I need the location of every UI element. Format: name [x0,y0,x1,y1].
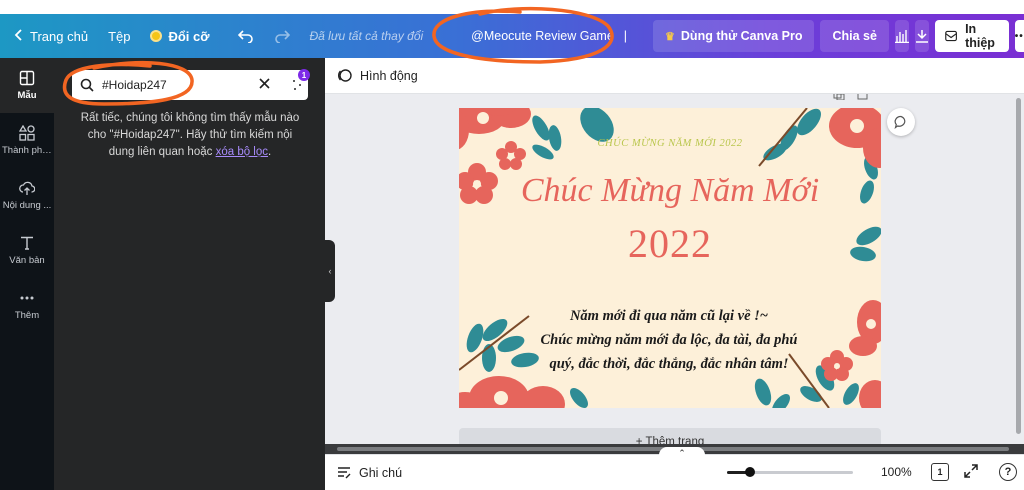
undo-icon [237,30,253,43]
download-button[interactable] [914,20,929,52]
document-title-text: @Meocute Review Game [471,29,614,43]
templates-panel: #Hoidap247 1 Rất tiếc, chúng tôi không t… [54,58,325,490]
top-white-strip [0,0,1024,14]
top-bar: Trang chủ Tệp Đổi cỡ Đã lưu tất cả thay … [0,0,1024,58]
animate-button[interactable]: Hình động [337,68,418,83]
bottom-bar: ⌃ Ghi chú 100% 1 ? [325,447,1024,490]
no-results-end: . [268,146,272,158]
redo-button[interactable] [264,14,300,58]
vertical-scrollbar[interactable] [1013,94,1024,444]
card-message-line: quý, đắc thời, đắc thắng, đắc nhân tâm! [549,356,789,372]
rail-label: Thành phần [2,145,52,156]
filter-count-badge: 1 [298,69,310,81]
help-button[interactable]: ? [999,463,1017,481]
zoom-value[interactable]: 100% [881,465,912,479]
scroll-thumb[interactable] [1016,98,1021,434]
resize-button[interactable]: Đổi cỡ [140,14,219,58]
chevron-left-icon: ‹ [328,266,332,276]
fullscreen-button[interactable] [963,463,979,482]
redo-icon [274,30,290,43]
collapse-panel-button[interactable]: ‹ [325,240,335,302]
greeting-card[interactable]: CHÚC MỪNG NĂM MỚI 2022 Chúc Mừng Năm Mới… [459,108,881,408]
file-label: Tệp [108,28,131,44]
card-subtitle[interactable]: CHÚC MỪNG NĂM MỚI 2022 [459,138,881,149]
download-icon [915,30,928,43]
show-pages-toggle[interactable]: ⌃ [659,447,705,459]
rail-item-more[interactable]: Thêm [0,278,54,333]
more-icon [20,296,34,300]
help-icon: ? [1004,466,1012,478]
chevron-up-icon: ⌃ [678,447,686,458]
card-message-line: Năm mới đi qua năm cũ lại về !~ [569,308,769,324]
more-options-button[interactable]: ••• [1014,20,1024,52]
card-message[interactable]: Năm mới đi qua năm cũ lại về !~ Chúc mừn… [519,304,819,376]
notes-icon [338,466,351,478]
page-tools [833,94,869,103]
animate-label: Hình động [360,68,418,83]
zoom-slider[interactable] [727,467,853,477]
rail-label: Thêm [14,310,40,321]
card-message-line: Chúc mừng năm mới đa lộc, đa tài, đa phú [540,332,798,348]
document-title[interactable]: @Meocute Review Game | [459,14,639,58]
rail-label: Nội dung ... [2,200,52,211]
zoom-slider-knob[interactable] [744,467,755,477]
comment-button[interactable] [887,108,915,136]
add-page-icon[interactable] [857,94,869,103]
search-box[interactable]: #Hoidap247 [72,70,308,100]
search-input[interactable]: #Hoidap247 [102,78,259,92]
insights-button[interactable] [894,20,909,52]
rail-label: Văn bản [9,255,45,266]
print-label: In thiệp [965,22,995,50]
home-button[interactable]: Trang chủ [0,14,98,58]
editor-toolbar: Hình động [325,58,1024,94]
expand-icon [964,464,978,478]
rail-item-uploads[interactable]: Nội dung ... [0,168,54,223]
templates-icon [19,70,35,86]
search-icon [80,78,94,92]
bar-chart-icon [894,30,909,43]
rail-item-text[interactable]: Văn bản [0,223,54,278]
clear-filter-link[interactable]: xóa bộ lọc [216,146,268,158]
clear-search-icon[interactable] [259,76,270,94]
comment-icon [894,115,906,129]
left-rail: Mẫu Thành phần Nội dung ... Văn bản Thêm [0,58,54,490]
rail-label: Mẫu [17,90,37,101]
home-label: Trang chủ [30,28,89,44]
coin-icon [150,30,163,42]
card-year[interactable]: 2022 [459,220,881,267]
resize-label: Đổi cỡ [168,28,210,44]
notes-button[interactable]: Ghi chú [337,466,402,480]
rail-item-elements[interactable]: Thành phần [0,113,54,168]
animate-icon [338,69,352,82]
text-cursor: | [623,29,628,43]
try-pro-button[interactable]: ♛ Dùng thử Canva Pro [653,20,815,52]
page-count-button[interactable]: 1 [931,463,949,481]
filter-button[interactable]: 1 [284,69,310,98]
text-icon [21,236,33,250]
chevron-left-icon [14,28,24,44]
card-title[interactable]: Chúc Mừng Năm Mới [459,172,881,210]
share-button[interactable]: Chia sẻ [820,20,889,52]
no-results-message: Rất tiếc, chúng tôi không tìm thấy mẫu n… [76,110,304,161]
ellipsis-icon: ••• [1014,30,1024,42]
crown-icon: ♛ [665,30,675,43]
rail-item-templates[interactable]: Mẫu [0,58,54,113]
notes-label: Ghi chú [359,465,403,480]
file-menu[interactable]: Tệp [98,14,140,58]
share-label: Chia sẻ [832,29,877,43]
print-button[interactable]: In thiệp [934,20,1009,52]
duplicate-page-icon[interactable] [833,94,845,103]
envelope-icon [945,30,957,42]
try-pro-label: Dùng thử Canva Pro [680,29,803,43]
undo-button[interactable] [228,14,264,58]
elements-icon [19,125,35,141]
canvas-area: CHÚC MỪNG NĂM MỚI 2022 Chúc Mừng Năm Mới… [335,94,1024,444]
add-page-button[interactable]: + Thêm trang [459,428,881,444]
saved-status: Đã lưu tất cả thay đổi [309,29,424,43]
upload-icon [19,181,35,195]
